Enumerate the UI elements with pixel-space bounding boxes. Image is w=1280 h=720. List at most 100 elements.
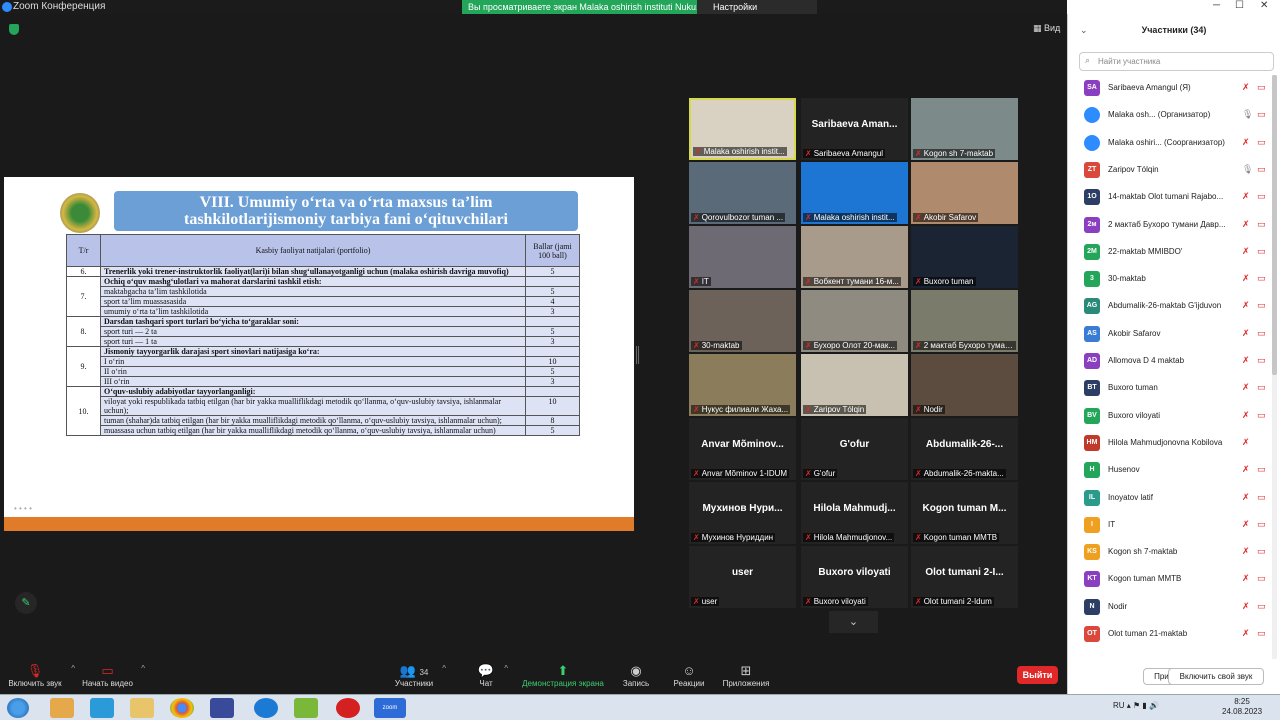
video-tile[interactable]: ✗ Нукус филиали Жаха... — [689, 354, 796, 416]
media-player-icon[interactable] — [50, 698, 74, 718]
video-tile[interactable]: G'ofur ✗ G'ofur — [801, 418, 908, 480]
view-options-button[interactable]: Настройки просмотра ⌄ — [697, 0, 817, 22]
tile-label-text: Zaripov Tólqin — [813, 405, 865, 414]
participant-row[interactable]: AD Allomova D 4 maktab ✗ ▭ — [1068, 348, 1273, 375]
participant-row[interactable]: 3 30-maktab ✗ ▭ — [1068, 266, 1273, 293]
row-number: 10. — [66, 386, 101, 436]
mic-muted-icon: ✗ — [1242, 518, 1250, 529]
record-button[interactable]: ◉ Запись — [620, 660, 652, 688]
participant-row[interactable]: ZT Zaripov Tólqin 🎙 ▭ — [1068, 157, 1273, 184]
opera-icon[interactable] — [336, 698, 360, 718]
participant-name: IT — [1108, 519, 1116, 529]
save-disk-icon[interactable] — [210, 698, 234, 718]
avatar — [1084, 107, 1100, 124]
participant-row[interactable]: KT Kogon tuman MMTB ✗ ▭ — [1068, 566, 1273, 593]
avatar: IL — [1084, 489, 1100, 506]
video-tile[interactable]: Hilola Mahmudj... ✗ Hilola Mahmudjonov... — [801, 482, 908, 544]
video-tile[interactable]: ✗ Buxoro tuman — [911, 226, 1018, 288]
state-emblem-icon — [60, 193, 100, 233]
participant-row[interactable]: AG Abdumalik-26-maktab G'ijduvon ✗ ▭ — [1068, 293, 1273, 320]
video-tile[interactable]: Olot tumani 2-I... ✗ Olot tumani 2-Idum — [911, 546, 1018, 608]
video-tile[interactable]: ✗ 2 мактаб Бухоро туман... — [911, 290, 1018, 352]
participant-row[interactable]: 2M 22-maktab MMIBDO' ✗ ▭ — [1068, 239, 1273, 266]
camera-off-icon: ▭ — [1257, 163, 1266, 174]
caret-up-icon[interactable]: ^ — [442, 664, 446, 673]
unmute-button[interactable]: 🎙 Включить звук ^ — [5, 660, 75, 688]
participant-row[interactable]: 2м 2 мактаб Бухоро тумани Давр... ✗ ▭ — [1068, 212, 1273, 239]
file-explorer-icon[interactable] — [130, 698, 154, 718]
participants-button[interactable]: 👥 34 Участники ^ — [392, 660, 446, 688]
caret-up-icon[interactable]: ^ — [141, 664, 145, 673]
participant-row[interactable]: I IT ✗ ▭ — [1068, 512, 1273, 539]
caret-up-icon[interactable]: ^ — [71, 664, 75, 673]
table-row: II o‘rin 5 — [67, 366, 580, 377]
unmute-myself-button[interactable]: Включить свой звук — [1168, 668, 1264, 685]
language-indicator[interactable]: RU — [1113, 701, 1125, 710]
split-handle[interactable] — [636, 346, 639, 364]
table-row: muassasa uchun tatbiq etilgan (har bir y… — [67, 425, 580, 436]
video-tile[interactable]: ✗ 30-maktab — [689, 290, 796, 352]
video-tile[interactable]: Мухинов Нури... ✗ Мухинов Нуриддин — [689, 482, 796, 544]
video-tile[interactable]: Kogon tuman M... ✗ Kogon tuman MMTB — [911, 482, 1018, 544]
paint-app-icon[interactable] — [294, 698, 318, 718]
participant-search-input[interactable]: ⌕ Найти участника — [1079, 52, 1274, 71]
tile-label-text: G'ofur — [813, 469, 836, 478]
participant-list-scrollbar[interactable] — [1272, 75, 1277, 659]
participant-row[interactable]: OT Olot tuman 21-maktab ✗ ▭ — [1068, 621, 1273, 648]
video-tile[interactable]: ✗ Kogon sh 7-maktab — [911, 98, 1018, 160]
system-clock[interactable]: 8:25 24.08.2023 — [1222, 697, 1262, 717]
participants-panel-title: Участники (34) — [1141, 25, 1207, 35]
mic-muted-icon: ✗ — [915, 149, 922, 158]
participant-row[interactable]: IL Inoyatov latif ✗ ▭ — [1068, 485, 1273, 512]
maximize-icon[interactable]: ☐ — [1235, 0, 1244, 11]
minimize-icon[interactable]: ─ — [1213, 0, 1220, 11]
annotate-pen-button[interactable]: ✎ — [15, 592, 37, 614]
video-tile[interactable]: ✗ Вобкент тумани 16-м... — [801, 226, 908, 288]
slide-footer-bar — [4, 517, 634, 531]
gallery-next-page-button[interactable]: ⌄ — [829, 611, 878, 633]
video-tile[interactable]: ✗ Qorovulbozor tuman ... — [689, 162, 796, 224]
video-tile[interactable]: ✗ Zaripov Tólqin — [801, 354, 908, 416]
points-cell: 8 — [525, 415, 580, 426]
participant-row[interactable]: 1O 14-maktab Olot tumani Rajabo... ✗ ▭ — [1068, 184, 1273, 211]
internet-explorer-icon[interactable] — [254, 698, 278, 718]
scrollbar-thumb[interactable] — [1272, 75, 1277, 375]
leave-button[interactable]: Выйти — [1017, 666, 1058, 684]
view-button[interactable]: ▦ Вид — [1033, 23, 1060, 34]
video-tile[interactable]: ✗ Akobir Safarov — [911, 162, 1018, 224]
video-tile[interactable]: Anvar Mõminov... ✗ Anvar Mõminov 1-IDUM — [689, 418, 796, 480]
tile-label-text: Anvar Mõminov 1-IDUM — [701, 469, 788, 478]
participant-row[interactable]: BT Buxoro tuman ✗ ▭ — [1068, 375, 1273, 402]
participant-row[interactable]: H Husenov ✗ ▭ — [1068, 457, 1273, 484]
share-screen-button[interactable]: ⬆ Демонстрация экрана — [520, 660, 606, 688]
video-tile[interactable]: ✗ Malaka oshirish instit... — [689, 98, 796, 160]
participant-row[interactable]: AS Akobir Safarov ✗ ▭ — [1068, 321, 1273, 348]
security-shield-icon[interactable] — [9, 24, 19, 35]
zoom-taskbar-icon[interactable]: zoom — [374, 698, 406, 718]
close-icon[interactable]: ✕ — [1260, 0, 1268, 11]
participant-row[interactable]: HM Hilola Mahmudjonovna Kobilova ✗ — [1068, 430, 1273, 457]
video-tile[interactable]: Saribaeva Aman... ✗ Saribaeva Amangul — [801, 98, 908, 160]
chrome-icon[interactable] — [170, 698, 194, 718]
participant-row[interactable]: Malaka oshiri... (Соорганизатор) ✗ ▭ — [1068, 130, 1273, 157]
apps-button[interactable]: ⊞ Приложения — [720, 660, 772, 688]
caret-up-icon[interactable]: ^ — [504, 664, 508, 673]
video-tile[interactable]: ✗ Nodir — [911, 354, 1018, 416]
camera-off-icon: ▭ — [1257, 546, 1266, 557]
video-tile[interactable]: Abdumalik-26-... ✗ Abdumalik-26-makta... — [911, 418, 1018, 480]
participant-row[interactable]: Malaka osh... (Организатор) 🎙 ▭ — [1068, 102, 1273, 129]
telegram-icon[interactable] — [90, 698, 114, 718]
participant-row[interactable]: SA Saribaeva Amangul (Я) ✗ ▭ — [1068, 75, 1273, 102]
participant-row[interactable]: BV Buxoro viloyati ✗ ▭ — [1068, 403, 1273, 430]
video-tile[interactable]: user ✗ user — [689, 546, 796, 608]
video-tile[interactable]: ✗ Бухоро Олот 20-мак... — [801, 290, 908, 352]
chat-button[interactable]: 💬 Чат ^ — [474, 660, 508, 688]
start-button-icon[interactable] — [7, 698, 29, 718]
start-video-button[interactable]: ▭ Начать видео ^ — [80, 660, 145, 688]
reactions-button[interactable]: ☺ Реакции — [672, 660, 706, 688]
video-tile[interactable]: ✗ IT — [689, 226, 796, 288]
video-tile[interactable]: Buxoro viloyati ✗ Buxoro viloyati — [801, 546, 908, 608]
video-tile[interactable]: ✗ Malaka oshirish instit... — [801, 162, 908, 224]
participant-row[interactable]: N Nodir ✗ ▭ — [1068, 594, 1273, 621]
participant-row[interactable]: KS Kogon sh 7-maktab ✗ ▭ — [1068, 539, 1273, 566]
